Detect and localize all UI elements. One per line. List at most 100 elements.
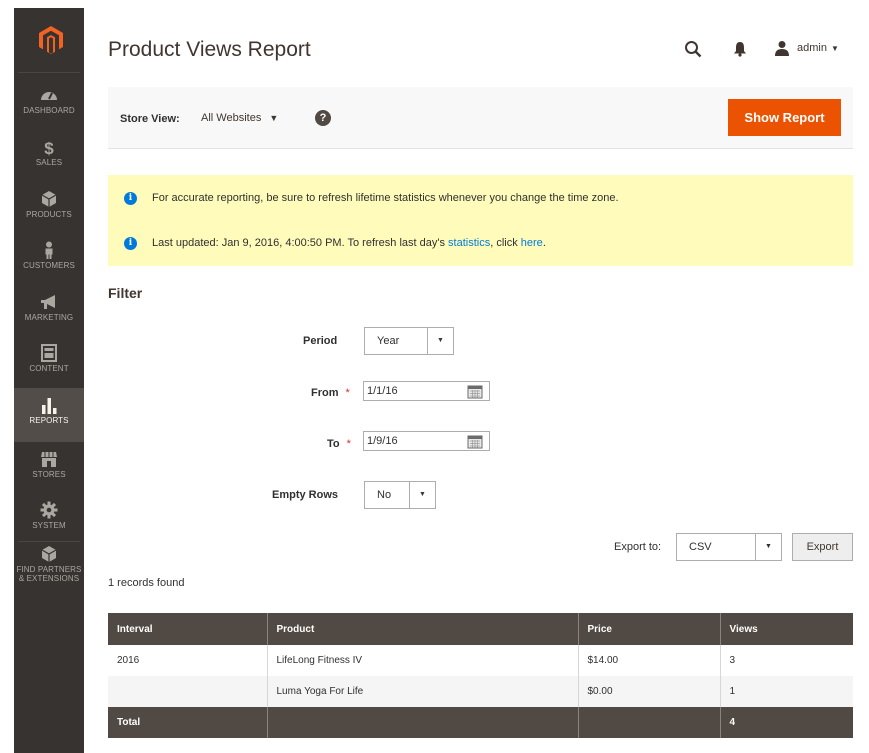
here-link[interactable]: here <box>521 237 543 249</box>
empty-rows-select[interactable]: No ▼ <box>364 481 436 509</box>
sidebar-divider <box>18 72 80 73</box>
help-icon[interactable]: ? <box>315 110 331 126</box>
sidebar-item-find-partners[interactable]: FIND PARTNERS & EXTENSIONS <box>14 545 84 597</box>
show-report-button[interactable]: Show Report <box>728 99 841 136</box>
cell-total-product <box>266 707 578 738</box>
sidebar-item-label: CUSTOMERS <box>23 261 75 270</box>
search-icon[interactable] <box>684 40 702 58</box>
cell-views: 1 <box>719 676 853 707</box>
top-border <box>0 0 869 8</box>
required-marker: * <box>346 438 351 450</box>
sidebar-divider <box>18 541 80 542</box>
sidebar-item-stores[interactable]: STORES <box>14 450 84 502</box>
message-text: Last updated: Jan 9, 2016, 4:00:50 PM. T… <box>152 237 546 249</box>
empty-rows-value: No <box>377 489 392 501</box>
cell-interval <box>108 676 267 707</box>
chevron-down-icon: ▼ <box>269 113 279 123</box>
period-value: Year <box>377 335 400 347</box>
calendar-icon[interactable] <box>467 434 483 449</box>
calendar-icon[interactable] <box>467 384 483 399</box>
cell-product: LifeLong Fitness IV <box>266 645 578 676</box>
sidebar-item-label: REPORTS <box>29 416 69 425</box>
cell-interval: 2016 <box>108 645 267 676</box>
bar-chart-icon <box>42 398 57 414</box>
statistics-link[interactable]: statistics <box>448 237 490 249</box>
bell-icon[interactable] <box>733 41 747 57</box>
period-select[interactable]: Year ▼ <box>364 327 454 355</box>
column-header-views[interactable]: Views <box>719 613 853 645</box>
user-name: admin <box>797 42 827 54</box>
puzzle-box-icon <box>41 546 57 562</box>
message-text-part: . <box>542 237 546 249</box>
message-text-part: , click <box>490 237 521 249</box>
store-view-value: All Websites <box>201 112 262 124</box>
cell-total-label: Total <box>108 707 267 738</box>
svg-text:$: $ <box>44 139 54 156</box>
sidebar-item-customers[interactable]: CUSTOMERS <box>14 241 84 293</box>
cell-total-views: 4 <box>719 707 853 738</box>
column-header-price[interactable]: Price <box>577 613 720 645</box>
export-button[interactable]: Export <box>792 533 853 561</box>
gear-icon <box>40 501 58 519</box>
cell-views: 3 <box>719 645 853 676</box>
grid-header-row: Interval Product Price Views <box>108 613 853 645</box>
user-icon <box>775 41 789 56</box>
info-icon: i <box>124 236 137 250</box>
store-icon <box>41 452 57 467</box>
sidebar-item-products[interactable]: PRODUCTS <box>14 190 84 242</box>
records-found: 1 records found <box>108 577 185 589</box>
column-header-interval[interactable]: Interval <box>108 613 267 645</box>
admin-sidebar: DASHBOARD $ SALES PRODUCTS CUSTOMERS MAR… <box>14 8 84 753</box>
chevron-down-icon: ▼ <box>427 328 453 354</box>
message-timezone: i For accurate reporting, be sure to ref… <box>124 189 619 207</box>
cell-product: Luma Yoga For Life <box>266 676 578 707</box>
sidebar-item-label: SYSTEM <box>32 521 66 530</box>
store-switcher-bar: Store View: All Websites ▼ ? Show Report <box>108 87 853 149</box>
sidebar-item-label: STORES <box>32 470 66 479</box>
dashboard-icon <box>41 92 57 100</box>
report-grid: Interval Product Price Views 2016 LifeLo… <box>108 613 853 738</box>
megaphone-icon <box>41 295 55 309</box>
user-menu[interactable]: admin ▼ <box>774 38 839 58</box>
message-text: For accurate reporting, be sure to refre… <box>152 192 619 204</box>
filter-title: Filter <box>108 285 143 301</box>
chevron-down-icon: ▼ <box>830 43 839 53</box>
person-icon <box>45 241 53 259</box>
to-label-text: To <box>327 438 340 450</box>
sidebar-item-label: SALES <box>35 158 63 167</box>
table-row: 2016 LifeLong Fitness IV $14.00 3 <box>108 645 853 676</box>
sidebar-item-sales[interactable]: $ SALES <box>14 138 84 190</box>
export-format-select[interactable]: CSV ▼ <box>676 533 782 561</box>
layout-icon <box>41 344 57 362</box>
store-view-dropdown[interactable]: All Websites ▼ <box>201 112 278 124</box>
column-header-product[interactable]: Product <box>266 613 578 645</box>
cell-price: $14.00 <box>577 645 720 676</box>
export-label: Export to: <box>614 541 662 553</box>
cell-price: $0.00 <box>577 676 720 707</box>
sidebar-item-marketing[interactable]: MARKETING <box>14 293 84 345</box>
sidebar-item-label-line2: & EXTENSIONS <box>18 574 80 583</box>
table-row: Luma Yoga For Life $0.00 1 <box>108 676 853 707</box>
totals-row: Total 4 <box>108 707 853 738</box>
sidebar-item-label: FIND PARTNERS <box>16 565 82 574</box>
chevron-down-icon: ▼ <box>409 482 435 508</box>
box-icon <box>41 191 57 207</box>
required-marker: * <box>345 387 350 399</box>
cell-total-price <box>577 707 720 738</box>
sidebar-item-reports[interactable]: REPORTS <box>14 388 84 442</box>
from-label-text: From <box>311 387 339 399</box>
magento-logo-icon[interactable] <box>39 26 63 54</box>
chevron-down-icon: ▼ <box>755 534 781 560</box>
message-last-updated: i Last updated: Jan 9, 2016, 4:00:50 PM.… <box>124 234 546 252</box>
sidebar-item-label: PRODUCTS <box>26 210 72 219</box>
dollar-icon: $ <box>44 139 54 156</box>
page-title: Product Views Report <box>108 38 311 61</box>
sidebar-item-dashboard[interactable]: DASHBOARD <box>14 86 84 138</box>
info-icon: i <box>124 191 137 205</box>
store-view-label: Store View: <box>120 113 180 125</box>
info-messages: i For accurate reporting, be sure to ref… <box>108 175 853 266</box>
period-label: Period <box>303 335 338 347</box>
sidebar-item-label: CONTENT <box>29 364 69 373</box>
sidebar-item-label: DASHBOARD <box>23 106 75 115</box>
message-text-part: Last updated: Jan 9, 2016, 4:00:50 PM. T… <box>152 237 449 249</box>
